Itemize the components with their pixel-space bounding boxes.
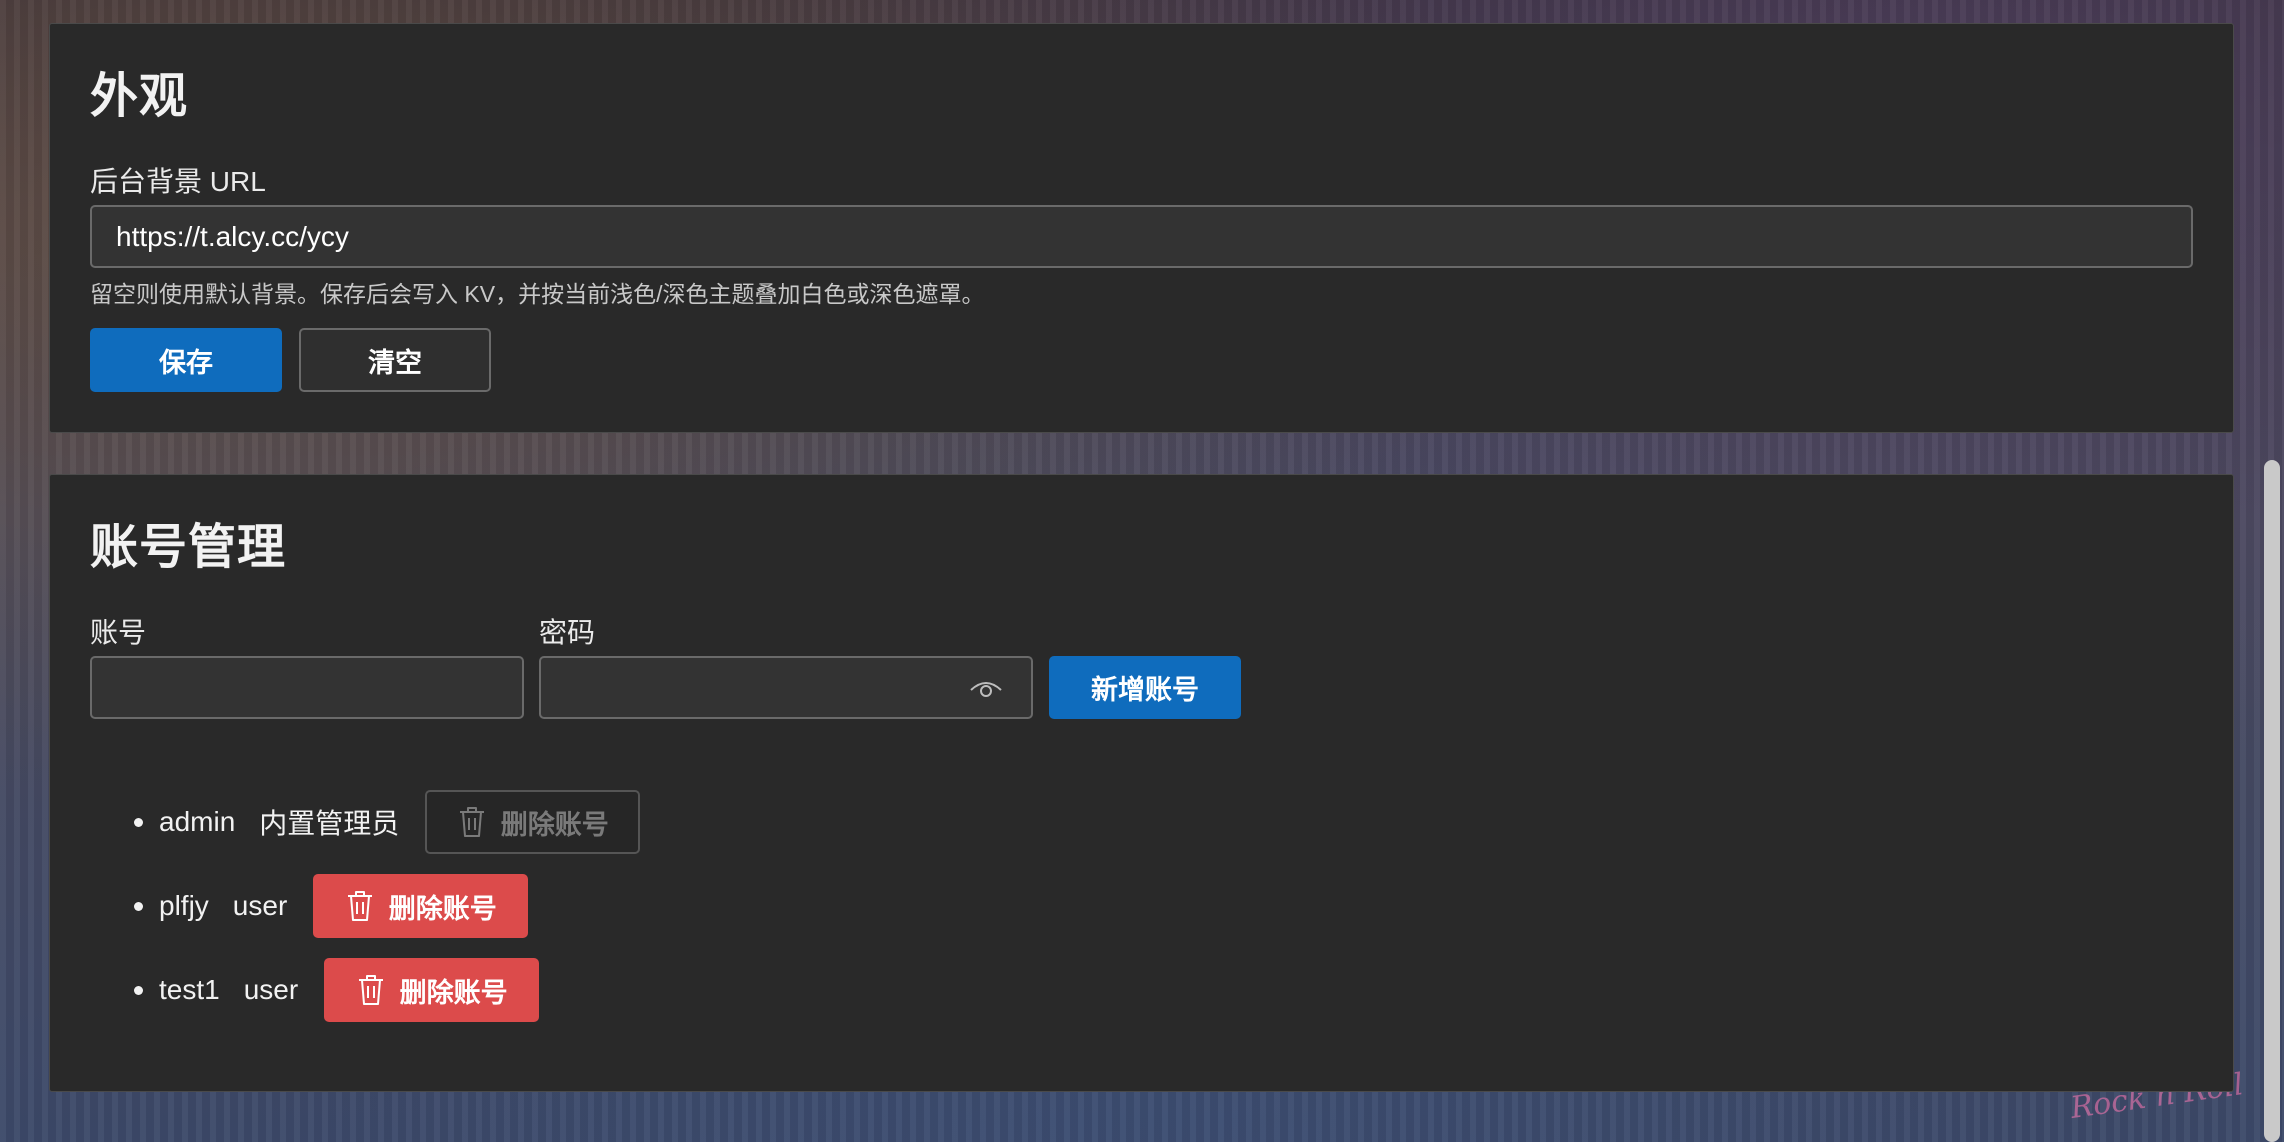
username-label: 账号 xyxy=(90,617,147,648)
appearance-title: 外观 xyxy=(90,70,189,123)
bullet xyxy=(134,817,143,827)
account-name: test1 xyxy=(159,974,220,1005)
bg-url-input[interactable] xyxy=(90,205,2193,268)
username-input[interactable] xyxy=(90,656,524,719)
password-input[interactable] xyxy=(539,656,1033,719)
bullet xyxy=(134,901,143,911)
password-label: 密码 xyxy=(539,617,596,648)
account-row-plfjy: plfjy user 删除账号 xyxy=(134,874,529,938)
delete-account-button[interactable]: 删除账号 xyxy=(313,874,529,938)
bg-url-label: 后台背景 URL xyxy=(90,166,266,197)
account-role: 内置管理员 xyxy=(259,808,400,839)
add-account-button[interactable]: 新增账号 xyxy=(1049,656,1241,719)
delete-account-button[interactable]: 删除账号 xyxy=(324,958,540,1022)
save-button[interactable]: 保存 xyxy=(90,328,282,392)
appearance-panel: 外观 后台背景 URL 留空则使用默认背景。保存后会写入 KV，并按当前浅色/深… xyxy=(49,23,2234,433)
account-role: user xyxy=(243,974,299,1005)
clear-button[interactable]: 清空 xyxy=(299,328,491,392)
trash-icon xyxy=(347,891,372,921)
trash-icon xyxy=(358,975,383,1005)
delete-account-button-disabled: 删除账号 xyxy=(425,790,641,854)
bullet xyxy=(134,985,143,995)
delete-account-label: 删除账号 xyxy=(388,893,497,924)
trash-icon xyxy=(459,807,484,837)
delete-account-label: 删除账号 xyxy=(500,809,609,840)
delete-account-label: 删除账号 xyxy=(399,977,508,1008)
eye-icon[interactable] xyxy=(969,676,1003,700)
account-role: user xyxy=(232,890,288,921)
account-row-admin: admin 内置管理员 删除账号 xyxy=(134,790,641,854)
password-field xyxy=(539,656,1033,719)
account-name: admin xyxy=(159,806,236,837)
account-name: plfjy xyxy=(159,890,209,921)
bg-url-hint: 留空则使用默认背景。保存后会写入 KV，并按当前浅色/深色主题叠加白色或深色遮罩… xyxy=(90,281,985,307)
scrollbar-thumb[interactable] xyxy=(2264,460,2280,1142)
account-management-panel: 账号管理 账号 密码 新增账号 admin 内置管理员 删除账号 plfjy u… xyxy=(49,474,2234,1092)
account-management-title: 账号管理 xyxy=(90,521,287,574)
account-row-test1: test1 user 删除账号 xyxy=(134,958,540,1022)
